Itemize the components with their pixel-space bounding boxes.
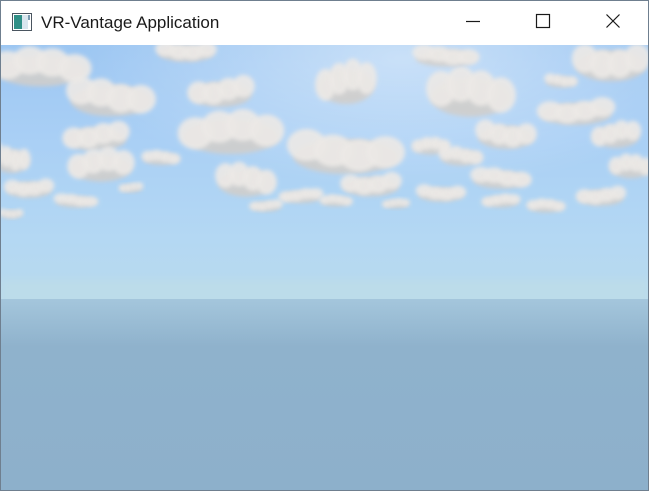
minimize-button[interactable] (438, 1, 508, 45)
maximize-button[interactable] (508, 1, 578, 45)
title-bar[interactable]: VR-Vantage Application (1, 1, 648, 45)
application-window: VR-Vantage Application (0, 0, 649, 491)
window-title: VR-Vantage Application (41, 13, 220, 32)
app-window-icon (12, 13, 32, 31)
ground-plane (1, 299, 648, 490)
3d-viewport[interactable] (1, 45, 648, 490)
close-button[interactable] (578, 1, 648, 45)
close-icon (605, 13, 621, 34)
sky-scene (1, 45, 648, 490)
minimize-icon (465, 13, 481, 34)
maximize-icon (535, 13, 551, 34)
